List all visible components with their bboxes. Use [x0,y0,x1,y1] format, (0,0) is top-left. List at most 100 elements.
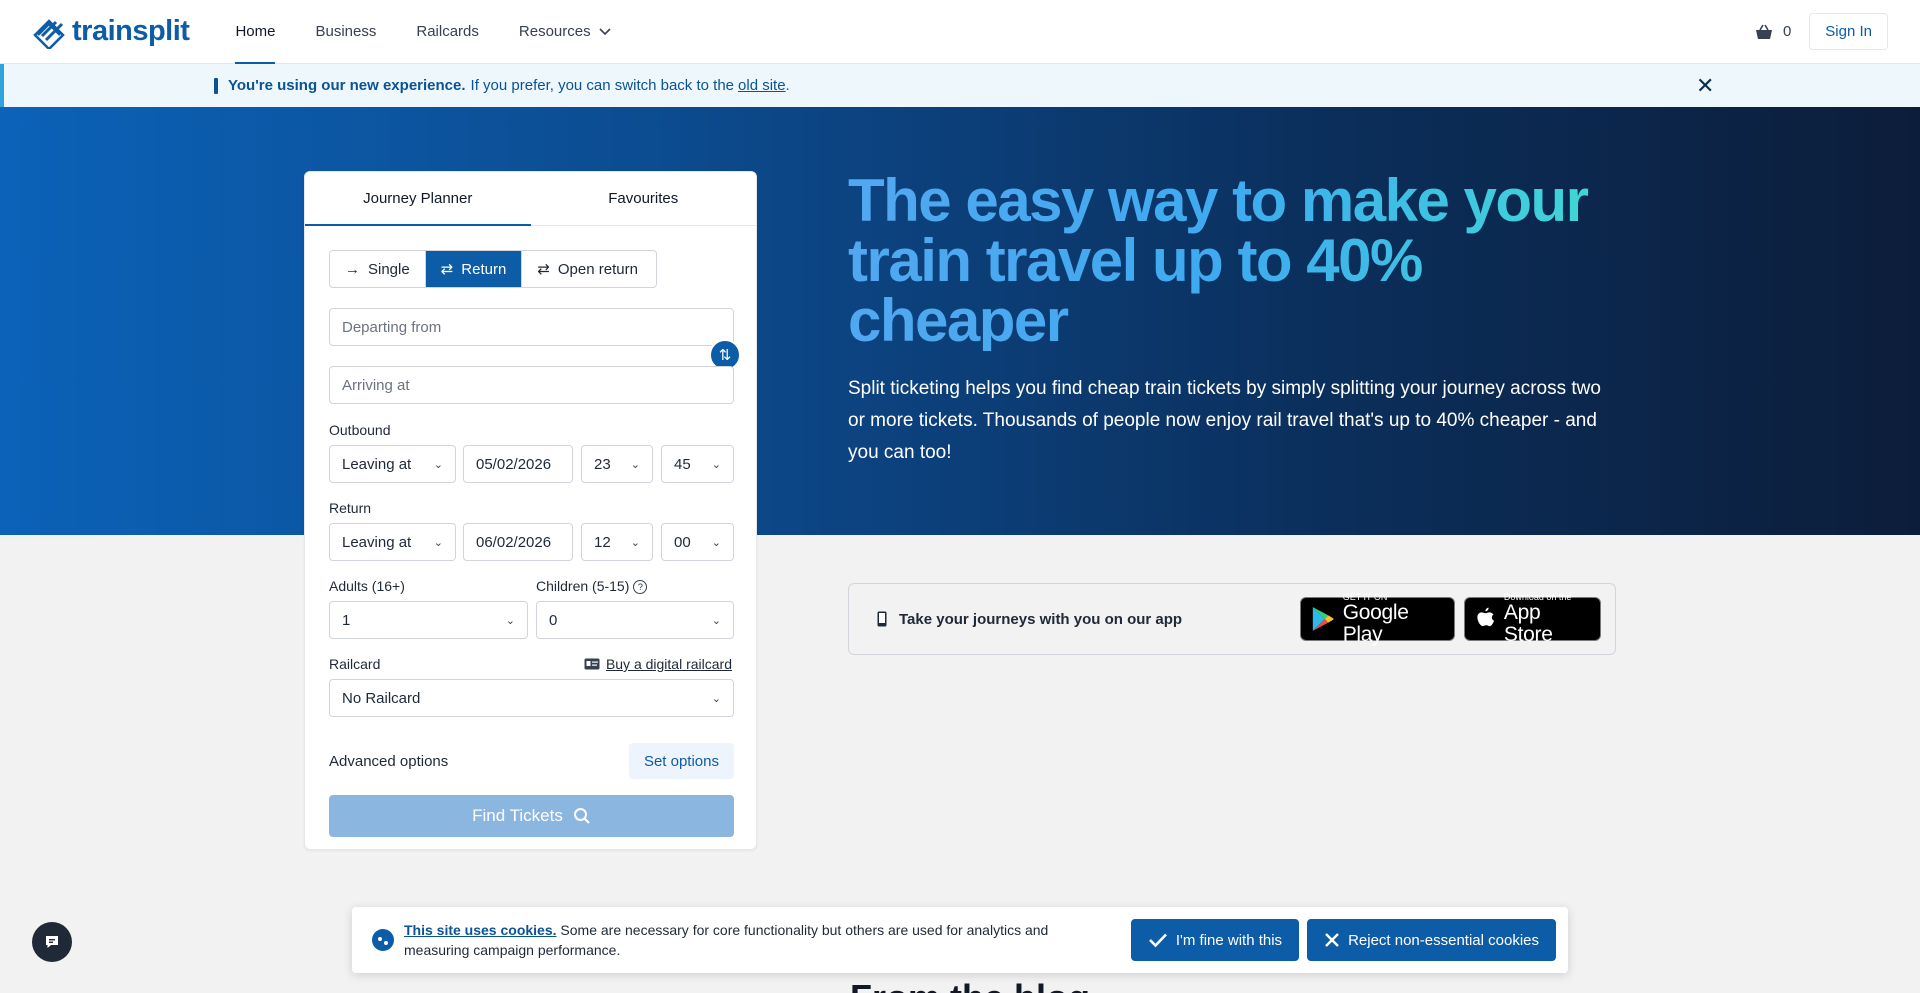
set-options-button[interactable]: Set options [628,743,734,779]
chevron-down-icon [599,27,611,35]
app-promo: Take your journeys with you on our app G… [848,583,1616,655]
outbound-minute-select[interactable]: 45 ⌄ [661,445,734,483]
chevron-down-icon: ⌄ [433,536,443,549]
return-mode-select[interactable]: Leaving at ⌄ [329,523,456,561]
store-badges: GET IT ON Google Play Download on the Ap… [1300,592,1601,646]
buy-railcard-label: Buy a digital railcard [605,656,732,672]
trip-return-button[interactable]: ⇄ Return [425,251,523,287]
arriving-at-input[interactable] [329,366,734,404]
buy-railcard-link[interactable]: Buy a digital railcard [584,656,732,672]
apple-big-text: App Store [1503,601,1553,646]
app-promo-text-wrap: Take your journeys with you on our app [877,611,1182,628]
tab-journey-planner[interactable]: Journey Planner [305,172,531,226]
new-experience-banner: You're using our new experience. If you … [0,64,1920,107]
accept-cookies-button[interactable]: I'm fine with this [1130,919,1300,961]
return-minute-value: 00 [674,533,691,551]
nav-railcards-label: Railcards [416,23,479,40]
planner-form: → Single ⇄ Return ⇄ Open return ⇅ Outbou… [329,250,741,837]
cookie-icon [372,929,394,951]
logo-text: trainsplit [72,15,190,47]
mobile-phone-icon [877,611,887,627]
id-card-icon [584,658,600,670]
outbound-hour-select[interactable]: 23 ⌄ [581,445,653,483]
google-play-text: GET IT ON Google Play [1343,592,1444,646]
basket-count: 0 [1782,23,1792,40]
help-icon[interactable]: ? [633,580,648,594]
find-tickets-button[interactable]: Find Tickets [329,795,734,837]
return-hour-value: 12 [594,533,611,551]
children-label-wrap: Children (5-15)? [536,578,648,594]
adults-select[interactable]: 1 ⌄ [329,601,528,639]
basket-icon [1755,24,1772,39]
reject-cookies-label: Reject non-essential cookies [1348,931,1539,949]
return-arrows-icon: ⇄ [440,261,454,278]
departing-from-input[interactable] [329,308,734,346]
chat-bubble-icon [46,936,58,948]
sign-in-button[interactable]: Sign In [1809,13,1888,50]
nav-business-label: Business [315,23,377,40]
chevron-down-icon: ⌄ [505,614,515,627]
children-select[interactable]: 0 ⌄ [536,601,734,639]
outbound-mode-select[interactable]: Leaving at ⌄ [329,445,456,483]
hero-title: The easy way to make your train travel u… [848,171,1608,351]
apple-icon [1477,607,1494,627]
hero-section: The easy way to make your train travel u… [0,107,1920,535]
banner-trail: . [785,77,790,94]
banner-strong-text: You're using our new experience. [228,77,466,94]
basket-button[interactable]: 0 [1755,23,1791,40]
return-hour-select[interactable]: 12 ⌄ [581,523,653,561]
close-icon [1325,933,1339,947]
cookie-message: This site uses cookies. Some are necessa… [404,920,1114,960]
search-icon [573,808,590,824]
nav-railcards[interactable]: Railcards [396,0,499,64]
old-site-link[interactable]: old site [738,77,786,94]
outbound-mode-value: Leaving at [342,455,412,473]
header-actions: 0 Sign In [1755,13,1888,50]
adults-label: Adults (16+) [329,578,405,594]
outbound-minute-value: 45 [674,455,691,473]
planner-tabs: Journey Planner Favourites [305,172,756,226]
cookie-policy-link[interactable]: This site uses cookies. [404,922,557,938]
advanced-options-row: Advanced options Set options [329,743,734,779]
chat-button[interactable] [32,922,72,962]
arrow-right-icon: → [345,260,360,278]
nav-business[interactable]: Business [295,0,396,64]
close-icon[interactable]: ✕ [1696,73,1714,99]
check-icon [1148,933,1167,948]
trip-type-toggle: → Single ⇄ Return ⇄ Open return [329,250,657,288]
app-store-badge[interactable]: Download on the App Store [1464,592,1601,646]
chevron-down-icon: ⌄ [711,458,721,471]
return-date-input[interactable]: 06/02/2026 [463,523,573,561]
accept-cookies-label: I'm fine with this [1175,931,1283,949]
top-navigation: trainsplit Home Business Railcards Resou… [0,0,1920,64]
trainsplit-logo[interactable]: trainsplit [32,15,190,49]
google-play-icon [1312,607,1334,631]
nav-home[interactable]: Home [215,0,295,64]
adults-value: 1 [342,611,351,629]
open-return-arrows-icon: ⇄ [537,261,550,278]
banner-text: If you prefer, you can switch back to th… [470,77,735,94]
hero-subtitle: Split ticketing helps you find cheap tra… [848,378,1601,463]
nav-resources[interactable]: Resources [499,0,631,64]
return-mode-value: Leaving at [342,533,412,551]
cookie-actions: I'm fine with this Reject non-essential … [1130,919,1556,961]
children-label: Children (5-15) [536,578,630,594]
children-value: 0 [549,611,558,629]
chevron-down-icon: ⌄ [630,458,640,471]
google-play-badge[interactable]: GET IT ON Google Play [1300,592,1455,646]
tab-favourites[interactable]: Favourites [531,172,757,225]
blog-heading: From the blog [850,977,1090,993]
journey-planner-card: Journey Planner Favourites → Single ⇄ Re… [304,171,757,850]
cookie-banner: This site uses cookies. Some are necessa… [352,907,1568,973]
reject-cookies-button[interactable]: Reject non-essential cookies [1307,919,1556,961]
outbound-hour-value: 23 [594,455,611,473]
outbound-date-input[interactable]: 05/02/2026 [463,445,573,483]
info-bar-icon [214,77,218,94]
google-big-text: Google Play [1342,601,1409,646]
trip-single-button[interactable]: → Single [330,251,426,287]
outbound-label: Outbound [329,422,391,438]
return-minute-select[interactable]: 00 ⌄ [661,523,734,561]
trip-open-return-button[interactable]: ⇄ Open return [522,251,653,287]
nav-home-label: Home [235,23,276,40]
railcard-select[interactable]: No Railcard ⌄ [329,679,734,717]
